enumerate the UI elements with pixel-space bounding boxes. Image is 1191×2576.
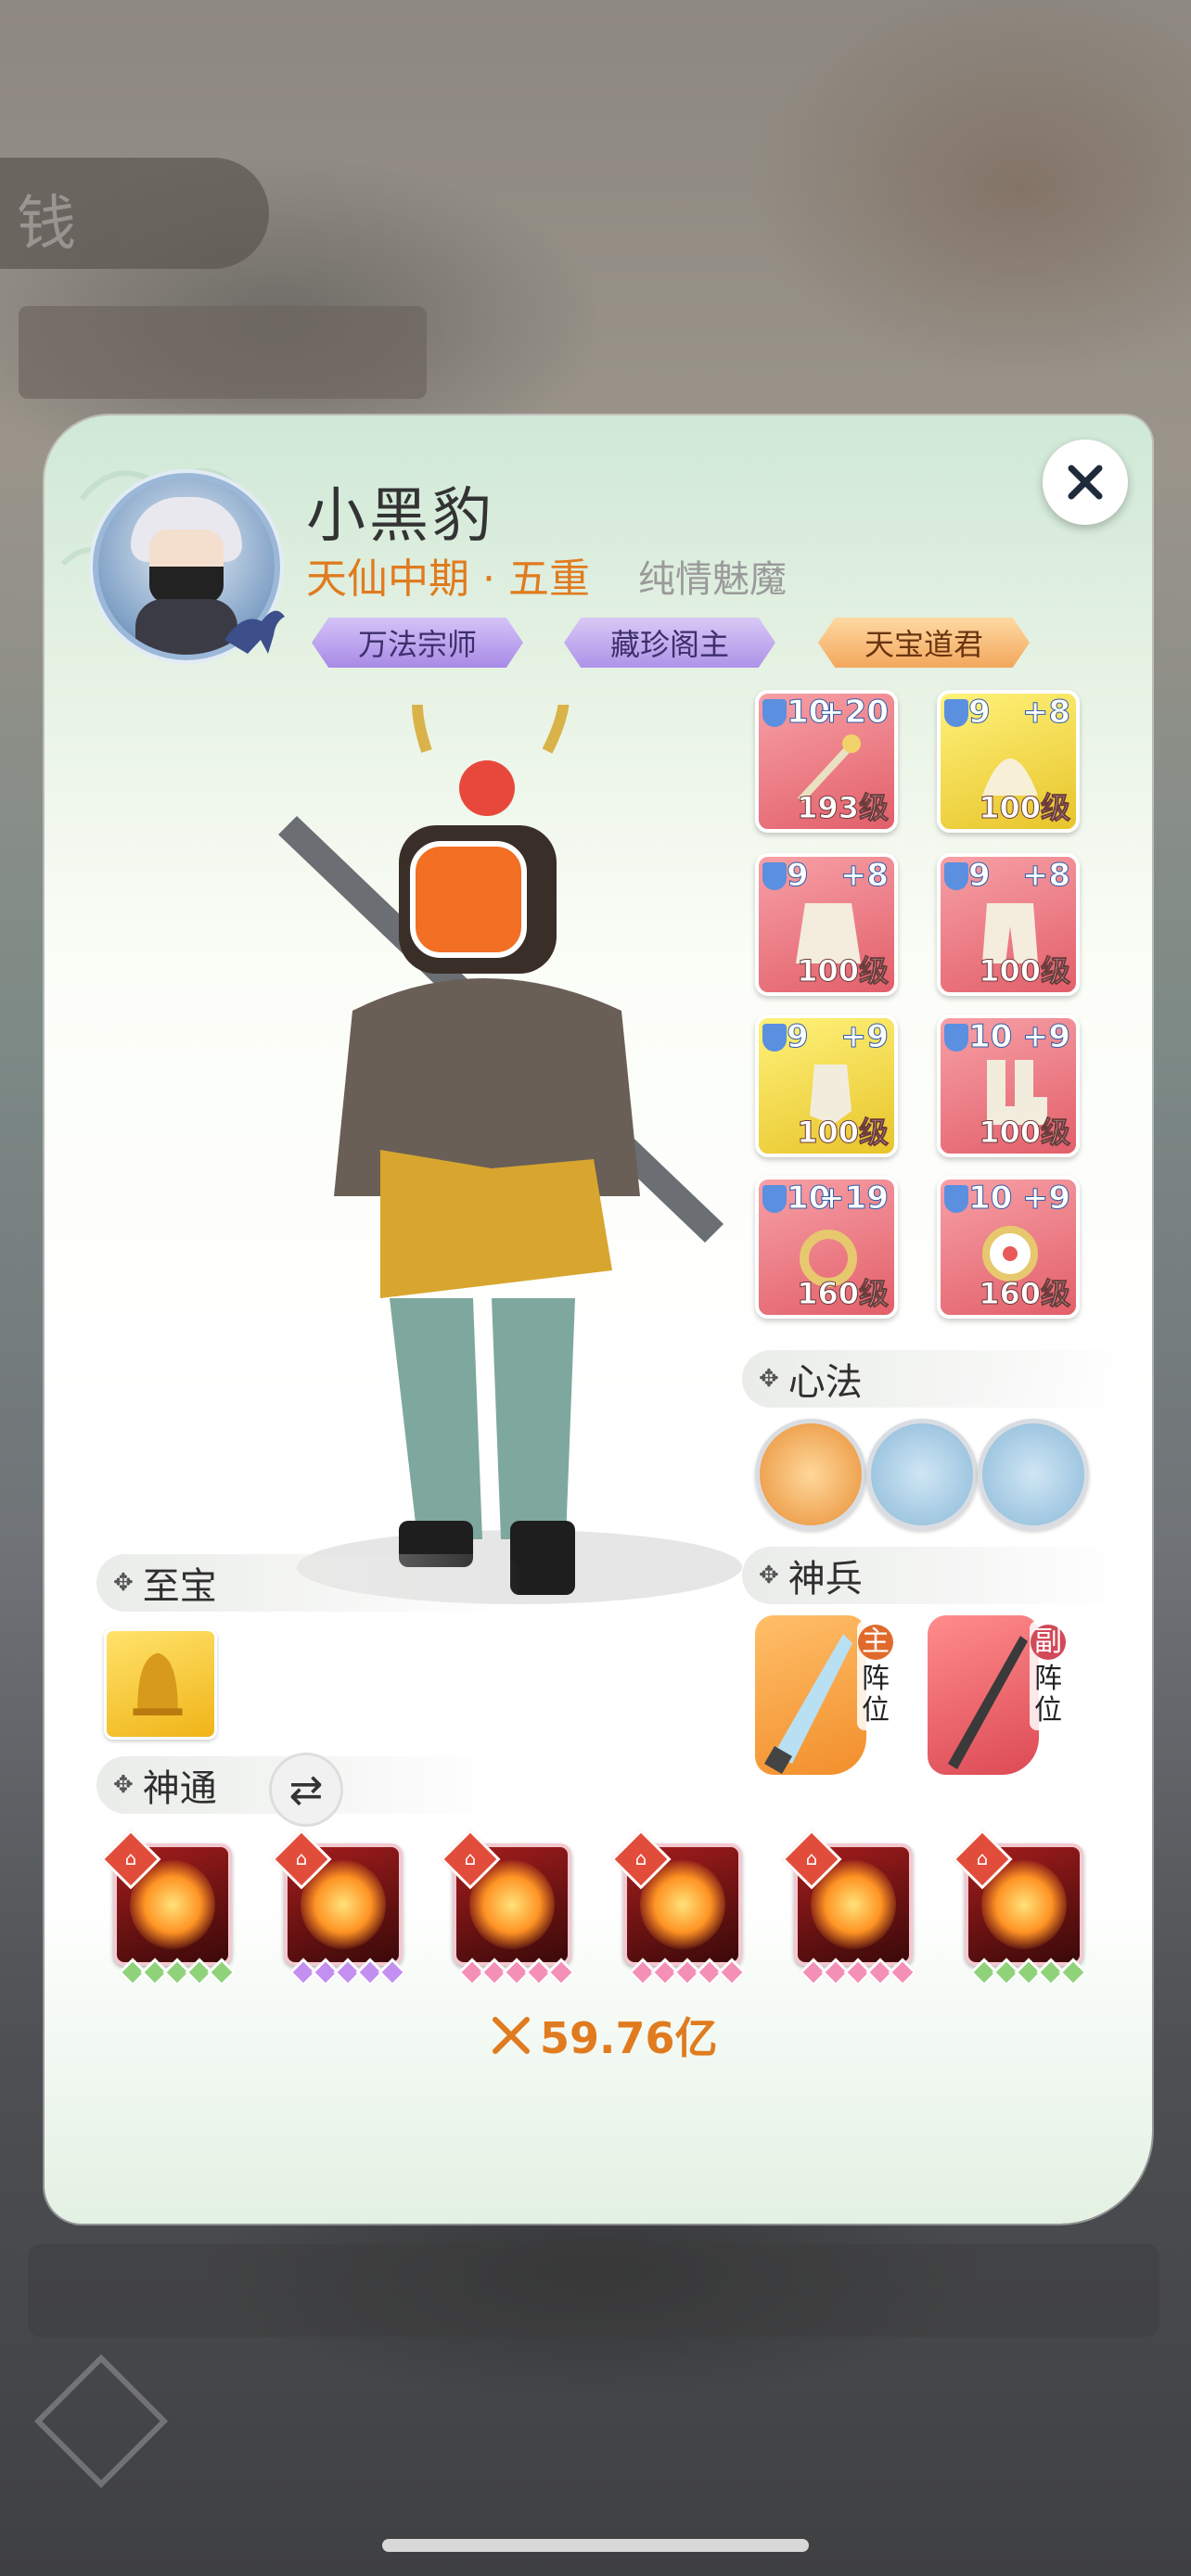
skill-fire-buddha[interactable]: ⌂ [781,1829,917,1987]
equipment-enhance: +9 [1021,1180,1070,1218]
equipment-slot-weapon[interactable]: 10 +20 193级 [755,690,898,833]
equipment-level: 100级 [979,953,1071,989]
skill-stars [628,1958,762,1987]
equipment-enhance: +19 [818,1180,890,1218]
skill-lotus-fire[interactable]: ⌂ [100,1829,237,1987]
equipment-slot-boots[interactable]: 10 +9 100级 [937,1014,1080,1157]
player-realm: 天仙中期 · 五重 [306,555,590,603]
home-indicator[interactable] [382,2539,809,2552]
xinfa-slot[interactable] [978,1419,1089,1530]
swap-icon: ⇄ [288,1766,324,1814]
equipment-slot-armor[interactable]: 9 +8 100级 [755,853,898,996]
combat-power: 59.76亿 [490,2005,718,2066]
section-zhibao: ✥ 至宝 [96,1554,523,1612]
title-badge[interactable]: 天宝道君 [818,618,1030,668]
diamond-icon: ✥ [759,1562,779,1589]
background-tile [19,306,427,399]
weapon-main-pos: 阵位 [862,1663,890,1727]
equipment-tier: 9 [968,694,992,732]
equipment-tier: 9 [968,857,992,895]
equipment-enhance: +8 [839,857,889,895]
weapon-main-tag: 主 阵位 [857,1621,894,1730]
equipment-level: 100级 [797,1115,890,1151]
equipment-level: 193级 [797,790,890,826]
xinfa-slot[interactable] [866,1419,978,1530]
skill-stars [288,1958,423,1987]
weapon-sub-tag: 副 阵位 [1030,1621,1067,1730]
equipment-slot-helmet[interactable]: 9 +8 100级 [937,690,1080,833]
equipment-level: 100级 [979,790,1071,826]
equipment-enhance: +8 [1021,857,1070,895]
diamond-icon: ✥ [113,1771,134,1799]
equipment-slot-pants[interactable]: 9 +8 100级 [937,853,1080,996]
title-badge[interactable]: 万法宗师 [312,618,523,668]
player-name: 小黑豹 [306,482,495,551]
combat-power-value: 59.76亿 [540,2013,718,2063]
skill-phoenix-fire[interactable]: ⌂ [271,1829,407,1987]
diamond-icon: ✥ [759,1365,779,1393]
equipment-slot-ring[interactable]: 10 +19 160级 [755,1176,898,1319]
section-title: 神通 [142,1767,217,1810]
equipment-level: 100级 [797,953,890,989]
weapon-sub-pos: 阵位 [1034,1663,1062,1727]
player-subtitle: 纯情魅魔 [638,558,787,601]
equipment-enhance: +9 [1021,1018,1070,1056]
equipment-level: 160级 [797,1276,890,1312]
swap-button[interactable]: ⇄ [269,1753,343,1827]
weapon-main-slot[interactable] [755,1615,866,1775]
diamond-icon: ✥ [113,1569,134,1597]
equipment-enhance: +9 [839,1018,889,1056]
skill-stars [118,1958,252,1987]
section-title: 神兵 [788,1558,863,1600]
equipment-slot-gloves[interactable]: 9 +9 100级 [755,1014,898,1157]
background-chat-bar [28,2244,1159,2337]
section-title: 至宝 [142,1565,217,1608]
section-title: 心法 [788,1361,863,1404]
equipment-enhance: +8 [1021,694,1070,732]
skill-fire-swirl[interactable]: ⌂ [952,1829,1088,1987]
pet-icon [224,610,285,654]
close-icon [1068,465,1103,500]
blade-icon [763,1634,852,1775]
equipment-tier: 9 [787,857,810,895]
equipment-level: 100级 [979,1115,1071,1151]
background-sign: 钱 [0,158,269,269]
skill-fire-beast[interactable]: ⌂ [440,1829,576,1987]
crossed-swords-icon [493,2017,530,2054]
weapon-sub-slot[interactable] [928,1615,1039,1775]
treasure-slot[interactable] [104,1628,217,1740]
equipment-tier: 10 [967,1018,1013,1056]
equipment-enhance: +20 [818,694,890,732]
close-button[interactable] [1043,440,1128,525]
equipment-slot-amulet[interactable]: 10 +9 160级 [937,1176,1080,1319]
equipment-tier: 10 [967,1180,1013,1218]
skill-stars [969,1958,1104,1987]
weapon-main-key: 主 [858,1625,893,1660]
bell-icon [133,1652,183,1715]
character-model [278,705,742,1604]
title-badge[interactable]: 藏珍阁主 [564,618,775,668]
section-shenbing: ✥ 神兵 [742,1547,1132,1604]
skill-stars [457,1958,592,1987]
skill-stars [799,1958,933,1987]
xinfa-slot[interactable] [755,1419,866,1530]
equipment-level: 160级 [979,1276,1071,1312]
sword-icon [948,1636,1028,1769]
section-xinfa: ✥ 心法 [742,1350,1132,1408]
equipment-tier: 9 [787,1018,810,1056]
skill-fire-pagoda[interactable]: ⌂ [610,1829,747,1987]
weapon-sub-key: 副 [1031,1625,1066,1660]
